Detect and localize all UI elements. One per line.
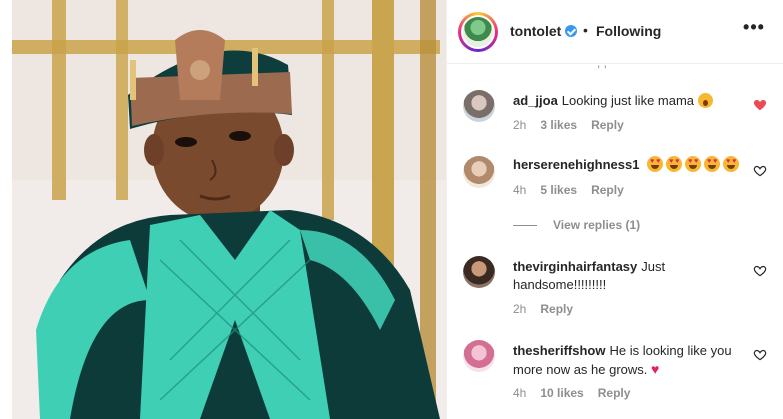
- clipped-comment-remnant: , ,: [447, 64, 783, 70]
- replies-divider: [513, 225, 537, 227]
- comment-text: Looking just like mama: [561, 93, 695, 108]
- heart-eyes-face-icon: [666, 156, 683, 172]
- heart-eyes-face-icon: [647, 156, 664, 172]
- comment-username[interactable]: herserenehighness1: [513, 157, 639, 172]
- commenter-avatar[interactable]: [463, 90, 495, 122]
- comment-text-block: thevirginhairfantasy Just handsome!!!!!!!…: [513, 258, 733, 294]
- comment-meta: 4h 5 likes Reply: [513, 183, 638, 197]
- comment-time[interactable]: 2h: [513, 118, 526, 132]
- comment-likes[interactable]: 10 likes: [540, 386, 583, 400]
- comment-text-block: thesheriffshow He is looking like you mor…: [513, 342, 733, 379]
- reply-button[interactable]: Reply: [591, 118, 624, 132]
- avatar: [463, 17, 493, 47]
- view-replies-button[interactable]: View replies (1): [513, 218, 640, 232]
- commenter-avatar[interactable]: [463, 156, 495, 188]
- red-heart-icon: ♥: [651, 361, 660, 377]
- commenter-avatar[interactable]: [463, 340, 495, 372]
- comment-meta: 2h 3 likes Reply: [513, 118, 638, 132]
- comment-username[interactable]: thesheriffshow: [513, 343, 605, 358]
- heart-eyes-face-icon: [685, 156, 702, 172]
- comment-text-block: herserenehighness1: [513, 156, 743, 174]
- verified-badge-icon: [565, 25, 577, 37]
- more-options-icon[interactable]: •••: [743, 18, 765, 42]
- comment-time[interactable]: 4h: [513, 386, 526, 400]
- separator-dot: •: [583, 22, 588, 38]
- astonished-face-icon: [697, 93, 713, 108]
- post-header: tontolet • Following •••: [447, 0, 783, 64]
- post-photo[interactable]: [0, 0, 446, 419]
- comment-meta: 4h 10 likes Reply: [513, 386, 644, 400]
- heart-outline-icon[interactable]: [753, 164, 767, 178]
- heart-outline-icon[interactable]: [753, 348, 767, 362]
- following-button[interactable]: Following: [596, 23, 661, 39]
- comment-text-block: ad_jjoa Looking just like mama: [513, 92, 743, 110]
- reply-button[interactable]: Reply: [540, 302, 573, 316]
- comment-meta: 2h Reply: [513, 302, 587, 316]
- photo-illustration: [0, 0, 446, 419]
- comment-time[interactable]: 4h: [513, 183, 526, 197]
- reply-button[interactable]: Reply: [591, 183, 624, 197]
- heart-outline-icon[interactable]: [753, 264, 767, 278]
- comment-likes[interactable]: 3 likes: [540, 118, 577, 132]
- comments-panel: tontolet • Following ••• , , ad_jjoaLook…: [446, 0, 783, 419]
- liked-heart-icon[interactable]: [753, 98, 767, 112]
- heart-eyes-face-icon: [723, 156, 740, 172]
- story-ring-avatar[interactable]: [458, 12, 498, 52]
- comment-time[interactable]: 2h: [513, 302, 526, 316]
- reply-button[interactable]: Reply: [598, 386, 631, 400]
- comment-likes[interactable]: 5 likes: [540, 183, 577, 197]
- comment-username[interactable]: thevirginhairfantasy: [513, 259, 637, 274]
- view-replies-label[interactable]: View replies (1): [553, 218, 640, 232]
- comment-username[interactable]: ad_jjoa: [513, 93, 558, 108]
- commenter-avatar[interactable]: [463, 256, 495, 288]
- heart-eyes-face-icon: [704, 156, 721, 172]
- post-username[interactable]: tontolet: [510, 23, 561, 39]
